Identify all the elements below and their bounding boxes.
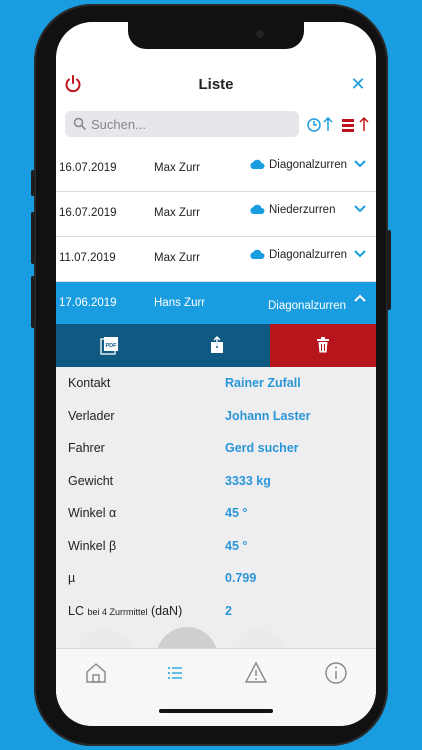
item-date: 16.07.2019 xyxy=(59,207,117,219)
app-screen: Liste ✕ Suchen... 16.07.2019 Max Zurr Di… xyxy=(56,22,376,726)
item-type: Niederzurren xyxy=(249,204,335,216)
list-item[interactable]: 11.07.2019 Max Zurr Diagonalzurren xyxy=(56,237,376,282)
cloud-icon xyxy=(250,205,265,215)
detail-label: Winkel α xyxy=(68,506,117,520)
pdf-button[interactable]: PDF xyxy=(56,324,163,367)
record-list: 16.07.2019 Max Zurr Diagonalzurren 16.07… xyxy=(56,147,376,326)
detail-row-winkel-alpha: Winkel α 45 ° xyxy=(56,497,376,529)
detail-label: µ xyxy=(68,571,76,585)
cloud-icon xyxy=(250,160,265,170)
chevron-up-icon[interactable] xyxy=(353,293,367,303)
detail-label: Verlader xyxy=(68,409,115,423)
chevron-down-icon[interactable] xyxy=(353,248,367,258)
detail-label: LC bei 4 Zurrmittel (daN) xyxy=(68,604,183,618)
info-icon[interactable] xyxy=(322,659,350,687)
item-date: 11.07.2019 xyxy=(59,252,116,264)
close-icon[interactable]: ✕ xyxy=(348,74,368,94)
chevron-down-icon[interactable] xyxy=(353,203,367,213)
item-name: Max Zurr xyxy=(154,162,200,174)
warning-icon[interactable] xyxy=(242,659,270,687)
camera xyxy=(256,30,264,38)
detail-row-mu: µ 0.799 xyxy=(56,562,376,594)
list-item-selected[interactable]: 17.06.2019 Hans Zurr Diagonalzurren xyxy=(56,282,376,326)
action-bar: PDF xyxy=(56,324,376,367)
detail-value[interactable]: 0.799 xyxy=(225,571,256,585)
detail-value[interactable]: 45 ° xyxy=(225,506,247,520)
delete-button[interactable] xyxy=(270,324,376,367)
home-indicator xyxy=(159,709,273,713)
detail-value[interactable]: 2 xyxy=(225,604,232,618)
item-type: Diagonalzurren xyxy=(249,159,347,171)
detail-row-gewicht: Gewicht 3333 kg xyxy=(56,465,376,497)
tab-bar xyxy=(56,648,376,726)
share-icon xyxy=(211,336,223,353)
detail-label: Winkel β xyxy=(68,539,117,553)
svg-text:PDF: PDF xyxy=(106,343,118,349)
search-placeholder: Suchen... xyxy=(91,117,146,132)
search-icon xyxy=(73,117,87,131)
list-item[interactable]: 16.07.2019 Max Zurr Niederzurren xyxy=(56,192,376,237)
item-name: Max Zurr xyxy=(154,252,200,264)
sort-by-type-icon[interactable] xyxy=(342,116,369,132)
chevron-down-icon[interactable] xyxy=(353,158,367,168)
detail-row-fahrer: Fahrer Gerd sucher xyxy=(56,432,376,464)
item-date: 16.07.2019 xyxy=(59,162,117,174)
volume-up-button xyxy=(31,212,35,264)
detail-value[interactable]: Gerd sucher xyxy=(225,441,299,455)
detail-panel: Kontakt Rainer Zufall Verlader Johann La… xyxy=(56,367,376,693)
item-name: Hans Zurr xyxy=(154,297,206,309)
pdf-icon: PDF xyxy=(100,337,118,355)
detail-row-verlader: Verlader Johann Laster xyxy=(56,400,376,432)
list-icon[interactable] xyxy=(161,659,189,687)
item-name: Max Zurr xyxy=(154,207,200,219)
detail-value[interactable]: 45 ° xyxy=(225,539,247,553)
notch xyxy=(128,22,304,49)
detail-value[interactable]: Johann Laster xyxy=(225,409,310,423)
cloud-icon xyxy=(250,250,265,260)
list-item[interactable]: 16.07.2019 Max Zurr Diagonalzurren xyxy=(56,147,376,192)
detail-value[interactable]: 3333 kg xyxy=(225,474,271,488)
detail-label: Fahrer xyxy=(68,441,105,455)
item-date: 17.06.2019 xyxy=(59,297,117,309)
item-type: Diagonalzurren xyxy=(249,249,347,261)
nav-header: Liste ✕ xyxy=(56,66,376,106)
search-input[interactable]: Suchen... xyxy=(65,111,299,137)
share-button[interactable] xyxy=(163,324,270,367)
power-side-button xyxy=(387,230,391,310)
detail-value[interactable]: Rainer Zufall xyxy=(225,376,301,390)
detail-row-winkel-beta: Winkel β 45 ° xyxy=(56,530,376,562)
detail-row-lc: LC bei 4 Zurrmittel (daN) 2 xyxy=(56,595,376,627)
detail-row-kontakt: Kontakt Rainer Zufall xyxy=(56,367,376,399)
mute-switch xyxy=(31,170,35,196)
sort-controls xyxy=(307,116,369,132)
trash-icon xyxy=(317,337,329,353)
home-icon[interactable] xyxy=(82,659,110,687)
detail-label: Gewicht xyxy=(68,474,114,488)
page-title: Liste xyxy=(198,76,234,93)
sort-by-time-icon[interactable] xyxy=(307,116,333,132)
volume-down-button xyxy=(31,276,35,328)
detail-label: Kontakt xyxy=(68,376,111,390)
item-type: Diagonalzurren xyxy=(268,300,346,312)
